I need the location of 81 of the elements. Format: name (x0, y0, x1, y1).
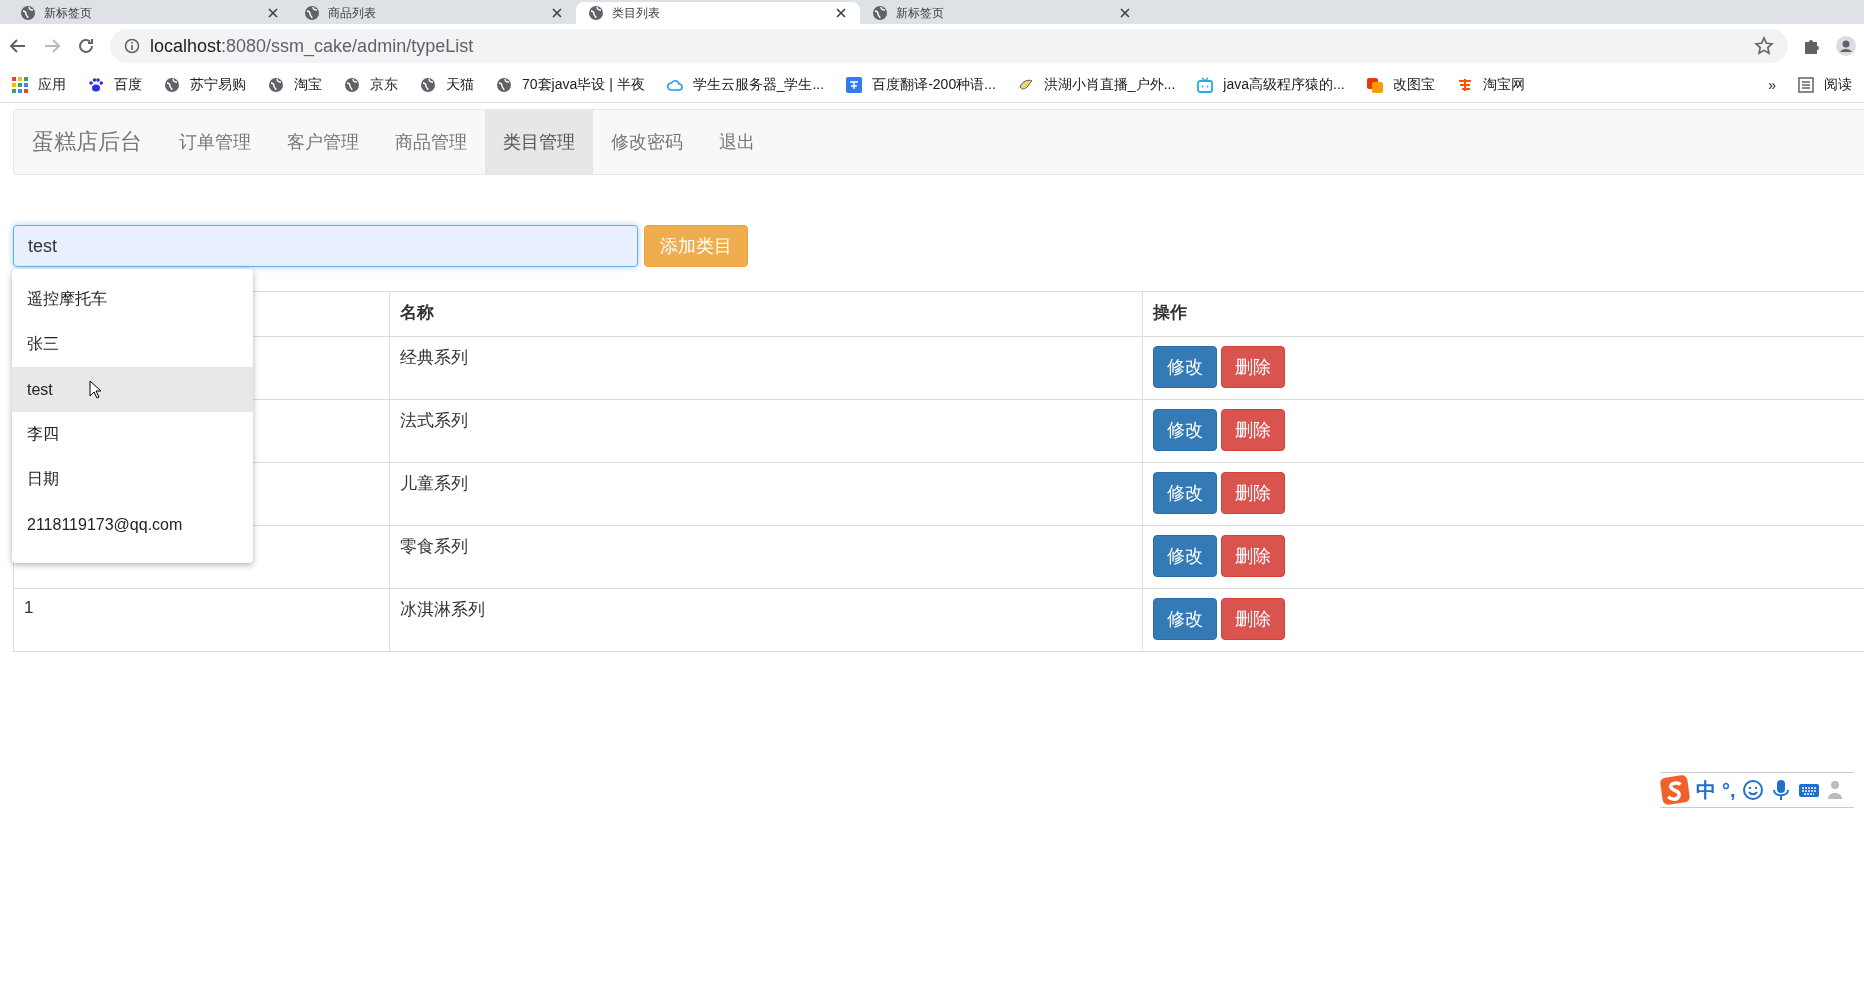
sogou-logo-icon[interactable] (1660, 775, 1690, 805)
globe-icon (20, 5, 36, 21)
nav-link[interactable]: 退出 (701, 110, 773, 174)
bookmark[interactable]: 应用 (12, 76, 66, 94)
close-icon[interactable] (1118, 6, 1132, 20)
brand[interactable]: 蛋糕店后台 (14, 110, 161, 174)
bookmark[interactable]: 淘宝网 (1456, 76, 1525, 94)
edit-button[interactable]: 修改 (1153, 346, 1217, 388)
apps-grid-icon (12, 77, 28, 93)
bookmark[interactable]: 洪湖小肖直播_户外... (1017, 76, 1176, 94)
browser-tab[interactable]: 类目列表 (576, 2, 860, 24)
bookmark[interactable]: 天猫 (420, 76, 474, 94)
close-icon[interactable] (550, 6, 564, 20)
translate-icon (846, 77, 863, 93)
globe-icon (496, 77, 512, 93)
nav-link[interactable]: 客户管理 (269, 110, 377, 174)
bookmark[interactable]: 京东 (344, 76, 398, 94)
input-mode[interactable]: 中 (1696, 776, 1716, 804)
bookmark[interactable]: 淘宝 (268, 76, 322, 94)
reload-icon[interactable] (76, 36, 96, 56)
globe-icon (420, 77, 436, 93)
bookmark[interactable]: 改图宝 (1366, 76, 1435, 94)
globe-icon (164, 77, 180, 93)
browser-tab[interactable]: 商品列表 (292, 2, 576, 24)
nav-link[interactable]: 商品管理 (377, 110, 485, 174)
list-icon (1798, 77, 1814, 93)
category-input[interactable]: test (13, 225, 638, 267)
nav-link[interactable]: 类目管理 (485, 110, 593, 174)
table-cell: 零食系列 (389, 525, 1143, 589)
delete-button[interactable]: 删除 (1221, 598, 1285, 640)
edit-button[interactable]: 修改 (1153, 598, 1217, 640)
punctuation-mode[interactable]: °, (1722, 778, 1736, 802)
edit-button[interactable]: 修改 (1153, 535, 1217, 577)
browser-tab[interactable]: 新标签页 (860, 2, 1144, 24)
globe-icon (588, 5, 604, 21)
bookmark[interactable]: 70套java毕设 | 半夜 (496, 76, 645, 94)
bookmark[interactable]: 百度翻译-200种语... (846, 76, 996, 94)
cloud-icon (666, 77, 683, 93)
cursor-icon (88, 379, 103, 400)
edit-button[interactable]: 修改 (1153, 409, 1217, 451)
suggestion-item[interactable]: 2118119173@qq.com (12, 502, 253, 547)
smiley-icon[interactable] (1741, 779, 1764, 801)
suggestion-item[interactable]: 张三 (12, 322, 253, 367)
nav-link[interactable]: 修改密码 (593, 110, 701, 174)
profile-icon[interactable] (1836, 36, 1856, 56)
more-bookmarks[interactable]: » (1768, 77, 1776, 93)
column-header: 操作 (1142, 291, 1864, 337)
close-icon[interactable] (834, 6, 848, 20)
delete-button[interactable]: 删除 (1221, 409, 1285, 451)
squares-icon (1366, 77, 1383, 93)
delete-button[interactable]: 删除 (1221, 346, 1285, 388)
paw-icon (88, 77, 104, 93)
info-icon (124, 38, 140, 54)
globe-icon (344, 77, 360, 93)
suggestion-item[interactable]: 日期 (12, 457, 253, 502)
url-text: localhost:8080/ssm_cake/admin/typeList (150, 35, 474, 57)
table-cell: 法式系列 (389, 399, 1143, 463)
close-icon[interactable] (266, 6, 280, 20)
table-cell: 1 (24, 598, 34, 617)
globe-icon (304, 5, 320, 21)
globe-icon (268, 77, 284, 93)
table-cell: 经典系列 (389, 336, 1143, 400)
star-icon[interactable] (1754, 36, 1774, 56)
address-bar[interactable]: localhost:8080/ssm_cake/admin/typeList (110, 29, 1788, 63)
suggestion-item[interactable]: test (12, 367, 253, 412)
tv-icon (1197, 77, 1214, 93)
browser-tab[interactable]: 新标签页 (8, 2, 292, 24)
delete-button[interactable]: 删除 (1221, 535, 1285, 577)
table-cell: 儿童系列 (389, 462, 1143, 526)
bookmark[interactable]: java高级程序猿的... (1197, 76, 1345, 94)
bookmark[interactable]: 学生云服务器_学生... (666, 76, 825, 94)
bookmark[interactable]: 苏宁易购 (164, 76, 246, 94)
table-cell: 冰淇淋系列 (389, 588, 1143, 652)
nav-link[interactable]: 订单管理 (161, 110, 269, 174)
delete-button[interactable]: 删除 (1221, 472, 1285, 514)
edit-button[interactable]: 修改 (1153, 472, 1217, 514)
globe-icon (872, 5, 888, 21)
bookmark[interactable]: 百度 (88, 76, 142, 94)
suggestion-item[interactable]: 遥控摩托车 (12, 277, 253, 322)
reading-list[interactable]: 阅读 (1798, 76, 1852, 94)
column-header: 名称 (389, 291, 1143, 337)
